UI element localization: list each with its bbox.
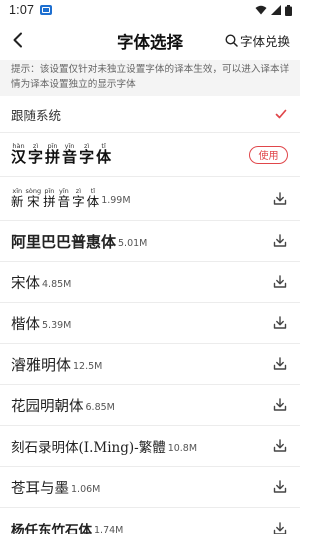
download-icon[interactable]	[272, 479, 288, 495]
font-row-songti[interactable]: 宋体 4.85M	[0, 262, 300, 303]
download-icon[interactable]	[272, 521, 288, 534]
search-icon	[225, 33, 238, 47]
font-redeem-button[interactable]: 字体兑换	[225, 30, 290, 50]
font-row-keshilu-mingti[interactable]: 刻石录明体(I.Ming)-繁體 10.8M	[0, 426, 300, 467]
download-icon[interactable]	[272, 356, 288, 372]
battery-icon	[285, 4, 292, 16]
font-row-kaiti[interactable]: 楷体 5.39M	[0, 303, 300, 344]
font-name: 苍耳与墨	[11, 480, 69, 497]
font-name: 跟随系统	[11, 107, 62, 123]
status-icons	[255, 4, 292, 16]
tip-banner: 提示：该设置仅针对未独立设置字体的译本生效，可以进入译本详情为译本设置独立的显示…	[0, 60, 300, 96]
font-row-canger-yumo[interactable]: 苍耳与墨 1.06M	[0, 467, 300, 508]
back-button[interactable]	[6, 28, 30, 52]
check-icon	[275, 109, 287, 119]
font-file-size: 5.01M	[118, 237, 148, 249]
chevron-left-icon	[13, 32, 22, 48]
wifi-icon	[255, 5, 267, 15]
font-name: xīn 新 sòng 宋 pīn 拼 yīn 音 zì 字 tǐ 体	[11, 187, 100, 210]
font-row-hanzi-pinyin[interactable]: hàn 汉 zì 字 pīn 拼 yīn 音 zì 字 tǐ 体 使用	[0, 133, 300, 177]
font-row-follow-system[interactable]: 跟随系统	[0, 96, 300, 133]
download-icon[interactable]	[272, 397, 288, 413]
font-name: 花园明朝体	[11, 398, 84, 415]
font-name: 刻石录明体(I.Ming)-繁體	[11, 440, 166, 456]
use-button[interactable]: 使用	[249, 145, 288, 164]
app-bar: 字体选择 字体兑换	[0, 20, 300, 60]
font-row-xinsong-pinyin[interactable]: xīn 新 sòng 宋 pīn 拼 yīn 音 zì 字 tǐ 体 1.99M	[0, 177, 300, 221]
font-file-size: 1.74M	[94, 525, 124, 534]
notification-icon	[40, 5, 53, 15]
signal-icon	[271, 5, 281, 15]
font-name: 宋体	[11, 275, 40, 292]
font-file-size: 6.85M	[85, 401, 115, 413]
download-icon[interactable]	[272, 315, 288, 331]
download-icon[interactable]	[272, 233, 288, 249]
font-row-yangrendong-zhushi[interactable]: 杨任东竹石体 1.74M	[0, 508, 300, 534]
font-file-size: 5.39M	[42, 319, 72, 331]
font-row-junya-mingti[interactable]: 濬雅明体 12.5M	[0, 344, 300, 385]
font-file-size: 4.85M	[42, 278, 72, 290]
font-name: 杨任东竹石体	[11, 522, 92, 534]
download-icon[interactable]	[272, 274, 288, 290]
font-file-size: 1.06M	[71, 483, 101, 495]
font-redeem-label: 字体兑换	[239, 33, 290, 49]
download-icon[interactable]	[272, 438, 288, 454]
status-time: 1:07	[9, 3, 35, 17]
font-file-size: 12.5M	[73, 360, 103, 372]
font-file-size: 1.99M	[101, 195, 131, 206]
font-name: hàn 汉 zì 字 pīn 拼 yīn 音 zì 字 tǐ 体	[11, 142, 112, 167]
font-name: 阿里巴巴普惠体	[11, 232, 117, 251]
font-name: 楷体	[11, 316, 40, 333]
font-file-size: 10.8M	[167, 442, 198, 454]
font-row-huayuan-mingchao[interactable]: 花园明朝体 6.85M	[0, 385, 300, 426]
font-row-alibaba-puhuiti[interactable]: 阿里巴巴普惠体 5.01M	[0, 221, 300, 262]
download-icon[interactable]	[272, 191, 288, 207]
status-bar: 1:07	[0, 0, 300, 20]
font-name: 濬雅明体	[11, 355, 72, 374]
font-list: 跟随系统 hàn 汉 zì 字 pīn 拼 yīn 音 zì 字 tǐ 体 使用 xīn 新 …	[0, 96, 300, 534]
